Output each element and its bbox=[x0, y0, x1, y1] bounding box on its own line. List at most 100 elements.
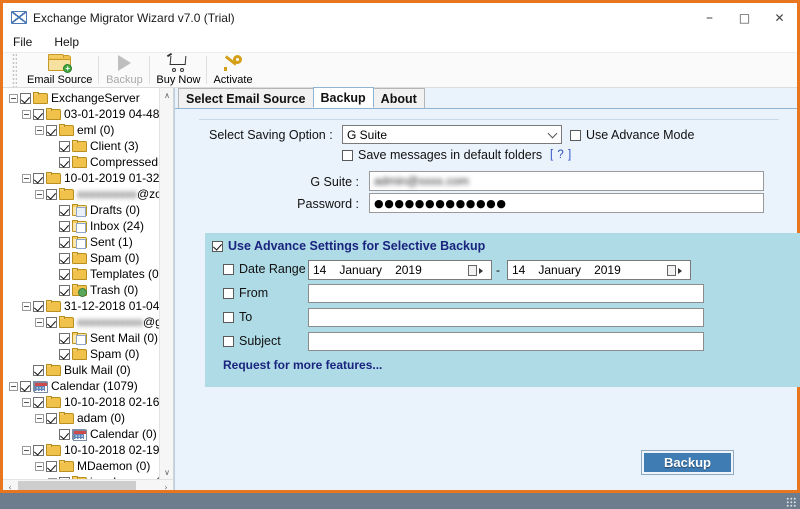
tree-item-checkbox[interactable] bbox=[33, 300, 44, 312]
close-button[interactable]: ✕ bbox=[762, 3, 797, 32]
menu-item-file[interactable]: File bbox=[13, 35, 32, 49]
resize-grip[interactable] bbox=[786, 497, 796, 507]
tree-item-checkbox[interactable] bbox=[46, 412, 57, 424]
tree-item-checkbox[interactable] bbox=[46, 316, 57, 328]
checkbox-to[interactable] bbox=[223, 311, 234, 323]
scroll-up-arrow[interactable]: ∧ bbox=[160, 88, 174, 102]
subject-checkbox[interactable]: Subject bbox=[223, 334, 281, 348]
advance-settings-toggle[interactable]: Use Advance Settings for Selective Backu… bbox=[212, 239, 485, 253]
checkbox-from[interactable] bbox=[223, 287, 234, 299]
tree-item[interactable]: Client (3) bbox=[3, 138, 159, 154]
tab-about[interactable]: About bbox=[372, 88, 425, 108]
checkbox-date-range[interactable] bbox=[223, 263, 234, 275]
tree-item[interactable]: 31-12-2018 01-04 (0) bbox=[3, 298, 159, 314]
tree-item-checkbox[interactable] bbox=[59, 236, 70, 248]
help-link[interactable]: [ ? ] bbox=[550, 149, 572, 161]
date-to-picker[interactable]: 14 January 2019 bbox=[507, 260, 691, 280]
tree-item[interactable]: 10-10-2018 02-19 (0) bbox=[3, 442, 159, 458]
tree-item-checkbox[interactable] bbox=[20, 92, 31, 104]
tree-item[interactable]: Trash (0) bbox=[3, 282, 159, 298]
toolbar-button-buy-now[interactable]: Buy Now bbox=[150, 51, 206, 87]
folder-tree[interactable]: ExchangeServer 03-01-2019 04-48 (0) eml (0… bbox=[3, 88, 159, 479]
calendar-dropdown-icon[interactable] bbox=[468, 264, 488, 277]
tree-item-checkbox[interactable] bbox=[33, 108, 44, 120]
from-input[interactable] bbox=[308, 284, 704, 303]
tree-expander-icon[interactable] bbox=[9, 93, 18, 103]
tree-expander-icon[interactable] bbox=[35, 461, 44, 471]
gsuite-input[interactable]: admin@xxxx.com bbox=[369, 171, 764, 191]
tree-item-checkbox[interactable] bbox=[59, 332, 70, 344]
tree-item-checkbox[interactable] bbox=[59, 204, 70, 216]
backup-button[interactable]: Backup bbox=[641, 450, 734, 475]
tree-item-checkbox[interactable] bbox=[59, 428, 70, 440]
tree-item[interactable]: 03-01-2019 04-48 (0) bbox=[3, 106, 159, 122]
tree-item-checkbox[interactable] bbox=[59, 348, 70, 360]
tree-item[interactable]: Drafts (0) bbox=[3, 202, 159, 218]
tree-expander-icon[interactable] bbox=[35, 413, 44, 423]
tree-item[interactable]: xxxxxxxxxx@zoho.co bbox=[3, 186, 159, 202]
tree-item-checkbox[interactable] bbox=[59, 220, 70, 232]
tree-item-checkbox[interactable] bbox=[33, 172, 44, 184]
calendar-dropdown-icon-2[interactable] bbox=[667, 264, 687, 277]
tree-item-checkbox[interactable] bbox=[20, 380, 31, 392]
tree-item[interactable]: 10-10-2018 02-16 (0) bbox=[3, 394, 159, 410]
save-default-folders-checkbox[interactable]: Save messages in default folders bbox=[342, 148, 542, 162]
tab-select-email-source[interactable]: Select Email Source bbox=[178, 88, 314, 108]
tree-item-checkbox[interactable] bbox=[46, 460, 57, 472]
maximize-button[interactable]: □ bbox=[727, 3, 762, 32]
tree-item[interactable]: eml (0) bbox=[3, 122, 159, 138]
tree-expander-icon[interactable] bbox=[22, 109, 31, 119]
tree-item[interactable]: Sent (1) bbox=[3, 234, 159, 250]
minimize-button[interactable]: – bbox=[692, 3, 727, 32]
to-input[interactable] bbox=[308, 308, 704, 327]
tree-expander-icon[interactable] bbox=[9, 381, 18, 391]
tree-item[interactable]: Inbox (24) bbox=[3, 218, 159, 234]
toolbar-button-backup[interactable]: Backup bbox=[99, 51, 149, 87]
tree-item[interactable]: Spam (0) bbox=[3, 346, 159, 362]
toolbar-button-activate[interactable]: Activate bbox=[207, 51, 258, 87]
checkbox-advance-settings[interactable] bbox=[212, 240, 223, 252]
tree-item[interactable]: Calendar (0) bbox=[3, 426, 159, 442]
from-checkbox[interactable]: From bbox=[223, 286, 268, 300]
tree-item-checkbox[interactable] bbox=[59, 268, 70, 280]
use-advance-mode-checkbox[interactable]: Use Advance Mode bbox=[570, 128, 694, 142]
tree-expander-icon[interactable] bbox=[35, 189, 44, 199]
tree-item-checkbox[interactable] bbox=[59, 284, 70, 296]
tree-item[interactable]: Compressed (9) bbox=[3, 154, 159, 170]
checkbox-save-default-folders[interactable] bbox=[342, 149, 353, 161]
tree-expander-icon[interactable] bbox=[22, 301, 31, 311]
toolbar-button-email-source[interactable]: + Email Source bbox=[21, 51, 98, 87]
tree-item-checkbox[interactable] bbox=[59, 156, 70, 168]
toolbar-grip[interactable] bbox=[12, 53, 17, 87]
tree-item-checkbox[interactable] bbox=[46, 124, 57, 136]
password-input[interactable]: ●●●●●●●●●●●●● bbox=[369, 193, 764, 213]
subject-input[interactable] bbox=[308, 332, 704, 351]
scroll-down-arrow[interactable]: ∨ bbox=[160, 465, 174, 479]
tree-item[interactable]: Calendar (1079) bbox=[3, 378, 159, 394]
tree-item-checkbox[interactable] bbox=[46, 188, 57, 200]
tree-item[interactable]: Spam (0) bbox=[3, 250, 159, 266]
menu-item-help[interactable]: Help bbox=[54, 35, 79, 49]
tree-item[interactable]: Bulk Mail (0) bbox=[3, 362, 159, 378]
tree-item[interactable]: xxxxxxxxxxx@gm bbox=[3, 314, 159, 330]
tree-expander-icon[interactable] bbox=[22, 397, 31, 407]
checkbox-use-advance-mode[interactable] bbox=[570, 129, 581, 141]
tree-expander-icon[interactable] bbox=[22, 173, 31, 183]
date-from-picker[interactable]: 14 January 2019 bbox=[308, 260, 492, 280]
checkbox-subject[interactable] bbox=[223, 335, 234, 347]
tab-backup[interactable]: Backup bbox=[312, 87, 374, 108]
request-features-link[interactable]: Request for more features... bbox=[223, 358, 382, 372]
tree-vertical-scrollbar[interactable]: ∧ ∨ bbox=[159, 88, 173, 479]
tree-expander-icon[interactable] bbox=[35, 125, 44, 135]
tree-item[interactable]: MDaemon (0) bbox=[3, 458, 159, 474]
tree-item[interactable]: adam (0) bbox=[3, 410, 159, 426]
tree-item-checkbox[interactable] bbox=[59, 140, 70, 152]
tree-item-checkbox[interactable] bbox=[33, 396, 44, 408]
tree-item[interactable]: Sent Mail (0) bbox=[3, 330, 159, 346]
date-range-checkbox[interactable]: Date Range bbox=[223, 262, 306, 276]
tree-item-checkbox[interactable] bbox=[33, 444, 44, 456]
saving-option-select[interactable]: G Suite bbox=[342, 125, 562, 144]
to-checkbox[interactable]: To bbox=[223, 310, 252, 324]
tree-expander-icon[interactable] bbox=[35, 317, 44, 327]
tree-item-checkbox[interactable] bbox=[59, 252, 70, 264]
